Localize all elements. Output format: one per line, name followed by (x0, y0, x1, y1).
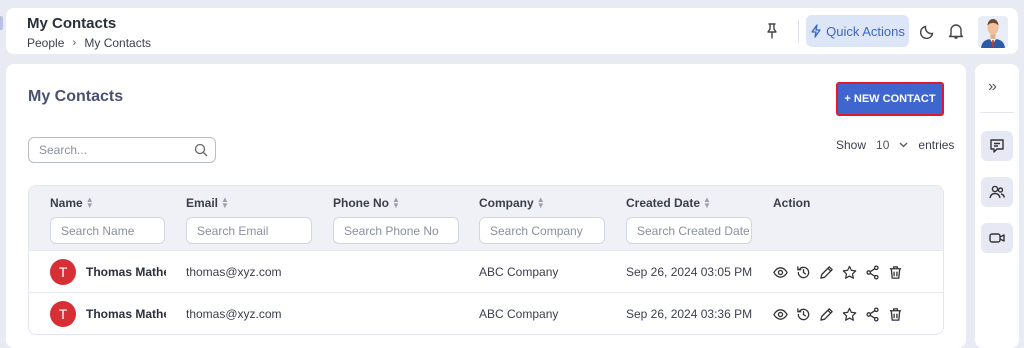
trash-icon[interactable] (888, 265, 903, 280)
chat-icon (990, 139, 1004, 153)
column-header-created-date[interactable]: Created Date ▲ ▼ (626, 195, 711, 211)
users-icon (989, 185, 1005, 199)
column-header-name[interactable]: Name ▲ ▼ (50, 195, 94, 211)
contact-name[interactable]: Thomas Mathev (86, 265, 166, 279)
rail-users-button[interactable] (981, 177, 1013, 207)
chevron-right-icon: › (72, 37, 77, 49)
name-cell: T Thomas Mathev (50, 293, 166, 334)
pencil-icon[interactable] (819, 307, 834, 322)
show-label: Show (836, 138, 867, 152)
email-cell: thomas@xyz.com (186, 265, 282, 279)
quick-actions-label: Quick Actions (826, 23, 905, 39)
action-cell (773, 293, 903, 334)
chevron-down-icon (899, 142, 908, 148)
sort-icon: ▲ ▼ (392, 195, 400, 210)
left-edge-handle[interactable] (0, 16, 3, 30)
breadcrumb: People › My Contacts (27, 36, 151, 50)
entries-select[interactable]: 10 (870, 138, 914, 152)
sort-icon: ▲ ▼ (221, 195, 229, 210)
column-label: Created Date (626, 196, 701, 210)
history-icon[interactable] (796, 307, 811, 322)
action-cell (773, 251, 903, 293)
section-heading: My Contacts (28, 88, 124, 105)
sort-icon: ▲ ▼ (85, 195, 94, 210)
email-cell: thomas@xyz.com (186, 307, 282, 321)
moon-icon[interactable] (920, 23, 936, 39)
entries-value: 10 (876, 138, 890, 152)
search-icon[interactable] (194, 143, 208, 157)
column-label: Name (50, 196, 83, 210)
column-label: Phone No (333, 196, 389, 210)
star-icon[interactable] (842, 307, 857, 322)
table-header: Name ▲ ▼ Email ▲ ▼ Phone No ▲ ▼ Company ▲ ▼ Crea… (29, 186, 943, 250)
rail-chat-button[interactable] (981, 131, 1013, 161)
contact-avatar: T (50, 301, 76, 327)
history-icon[interactable] (796, 265, 811, 280)
sort-icon: ▲ ▼ (703, 195, 711, 210)
contact-avatar: T (50, 259, 76, 285)
bell-icon[interactable] (948, 22, 964, 40)
entries-label: entries (918, 138, 955, 152)
breadcrumb-item-people[interactable]: People (27, 36, 64, 50)
contact-name[interactable]: Thomas Mathev (86, 307, 166, 321)
avatar[interactable] (978, 16, 1008, 48)
breadcrumb-item-current: My Contacts (84, 36, 152, 50)
share-icon[interactable] (865, 264, 880, 280)
rail-video-button[interactable] (981, 223, 1013, 253)
contacts-panel: My Contacts + NEW CONTACT Show 10 entrie… (6, 64, 966, 348)
contacts-table: Name ▲ ▼ Email ▲ ▼ Phone No ▲ ▼ Company ▲ ▼ Crea… (28, 185, 944, 335)
filter-created-date-input[interactable] (626, 217, 752, 244)
column-label: Company (479, 196, 534, 210)
company-cell: ABC Company (479, 265, 559, 279)
column-header-action: Action (773, 196, 810, 210)
trash-icon[interactable] (888, 307, 903, 322)
divider (980, 112, 1014, 113)
filter-phone-input[interactable] (333, 217, 459, 244)
name-cell: T Thomas Mathev (50, 251, 166, 293)
right-rail: » (975, 64, 1019, 348)
column-label: Email (186, 196, 219, 210)
eye-icon[interactable] (773, 265, 788, 280)
lightning-icon (811, 24, 821, 38)
filter-email-input[interactable] (186, 217, 312, 244)
quick-actions-button[interactable]: Quick Actions (806, 15, 909, 47)
page-title: My Contacts (27, 15, 117, 32)
video-icon (989, 233, 1005, 243)
expand-icon[interactable]: » (988, 78, 997, 96)
column-label: Action (773, 196, 811, 210)
column-header-company[interactable]: Company ▲ ▼ (479, 195, 545, 211)
entries-control: Show 10 entries (836, 138, 954, 152)
top-bar: My Contacts People › My Contacts Quick A… (6, 8, 1018, 54)
search-input[interactable] (29, 138, 179, 162)
share-icon[interactable] (865, 306, 880, 322)
divider (798, 20, 799, 42)
column-header-phone[interactable]: Phone No ▲ ▼ (333, 195, 400, 211)
table-row[interactable]: T Thomas Mathev thomas@xyz.com ABC Compa… (29, 292, 943, 334)
pencil-icon[interactable] (819, 265, 834, 280)
search-box (28, 137, 216, 163)
created-date-cell: Sep 26, 2024 03:36 PM (626, 307, 753, 321)
eye-icon[interactable] (773, 307, 788, 322)
star-icon[interactable] (842, 265, 857, 280)
pin-icon[interactable] (763, 22, 781, 40)
sort-icon: ▲ ▼ (536, 195, 545, 210)
column-header-email[interactable]: Email ▲ ▼ (186, 195, 229, 211)
new-contact-button[interactable]: + NEW CONTACT (836, 82, 944, 116)
table-row[interactable]: T Thomas Mathev thomas@xyz.com ABC Compa… (29, 250, 943, 292)
filter-company-input[interactable] (479, 217, 605, 244)
filter-name-input[interactable] (50, 217, 165, 244)
created-date-cell: Sep 26, 2024 03:05 PM (626, 265, 753, 279)
company-cell: ABC Company (479, 307, 559, 321)
